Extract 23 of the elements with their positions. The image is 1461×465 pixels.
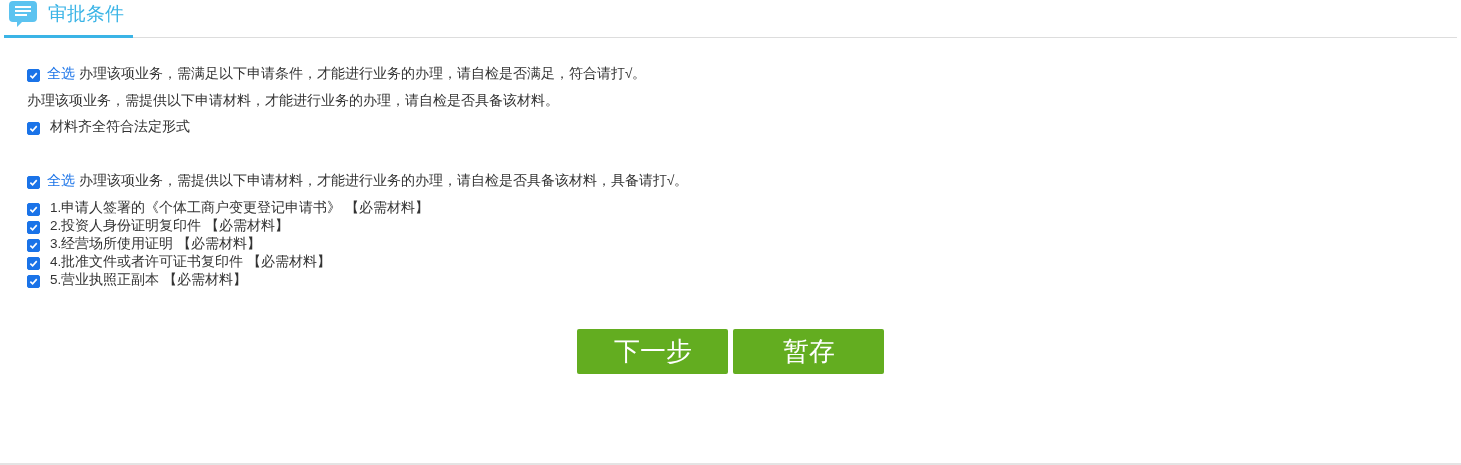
checkbox[interactable] [27,69,40,82]
material-label: 1.申请人签署的《个体工商户变更登记申请书》 【必需材料】 [50,199,429,217]
checkbox[interactable] [27,176,40,189]
material-label: 3.经营场所使用证明 【必需材料】 [50,235,261,253]
instruction-text: 办理该项业务，需满足以下申请条件，才能进行业务的办理，请自检是否满足，符合请打√。 [79,65,647,83]
select-all-link[interactable]: 全选 [47,172,75,190]
checkbox[interactable] [27,239,40,252]
material-label: 4.批准文件或者许可证书复印件 【必需材料】 [50,253,331,271]
material-label: 5.营业执照正副本 【必需材料】 [50,271,247,289]
material-label: 2.投资人身份证明复印件 【必需材料】 [50,217,289,235]
checkbox[interactable] [27,203,40,216]
instruction-text: 办理该项业务，需提供以下申请材料，才能进行业务的办理，请自检是否具备该材料。 [27,91,560,110]
save-draft-button[interactable]: 暂存 [733,329,884,374]
next-step-button[interactable]: 下一步 [577,329,728,374]
message-icon [8,0,38,29]
checkbox[interactable] [27,122,40,135]
instruction-text: 办理该项业务，需提供以下申请材料，才能进行业务的办理，请自检是否具备该材料，具备请打√。 [79,172,689,190]
material-label: 材料齐全符合法定形式 [50,118,190,136]
select-all-link[interactable]: 全选 [47,65,75,83]
checkbox[interactable] [27,275,40,288]
section-title: 审批条件 [48,2,124,26]
checkbox[interactable] [27,221,40,234]
checkbox[interactable] [27,257,40,270]
